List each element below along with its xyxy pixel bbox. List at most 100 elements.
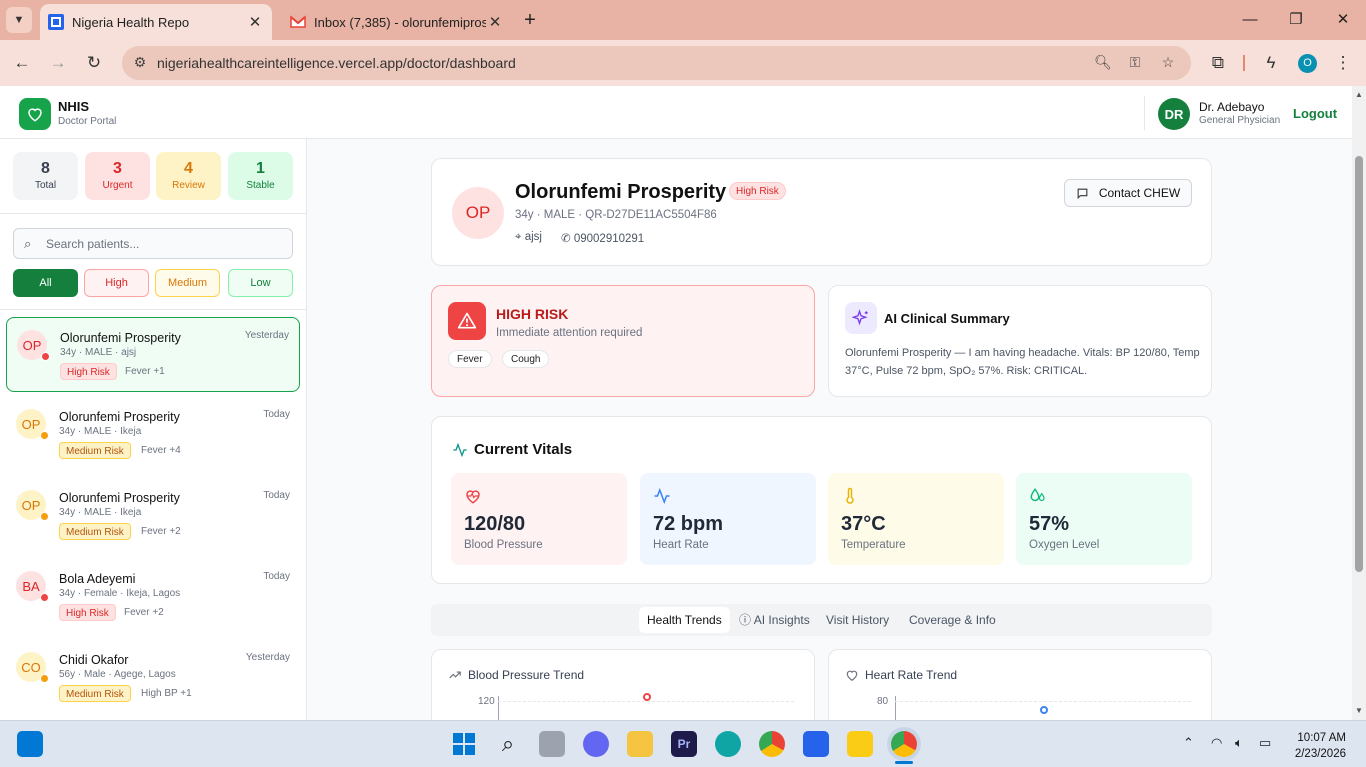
store-icon[interactable] xyxy=(803,731,829,757)
symptom-chip: Cough xyxy=(502,350,550,368)
risk-subtitle: Immediate attention required xyxy=(496,327,643,339)
site-info-icon[interactable]: ⚙ xyxy=(131,54,149,72)
active-app-indicator xyxy=(895,761,913,764)
scroll-down-icon[interactable]: ▼ xyxy=(1355,706,1363,715)
brand-title: NHIS xyxy=(58,99,90,114)
close-tab-icon[interactable]: ✕ xyxy=(246,13,264,31)
reload-icon[interactable]: ↻ xyxy=(81,50,107,76)
patient-list-item[interactable]: CO Chidi Okafor Yesterday 56y · Male · A… xyxy=(6,640,300,715)
windows-taskbar: ⌕ Pr ⌃ ◠ 🔈︎ ▭ 10:07 AM 2/23/2026 xyxy=(0,720,1366,767)
patient-time: Yesterday xyxy=(244,330,289,341)
vital-blood-pressure: 120/80 Blood Pressure xyxy=(451,473,627,565)
profile-avatar[interactable]: O xyxy=(1298,54,1317,73)
heart-pulse-icon xyxy=(466,490,480,504)
patient-name: Olorunfemi Prosperity xyxy=(60,331,181,345)
doctor-name: Dr. Adebayo xyxy=(1199,100,1265,114)
wifi-icon[interactable]: ◠ xyxy=(1211,735,1222,751)
restore-icon[interactable]: ❐ xyxy=(1284,8,1308,32)
chevron-up-icon[interactable]: ⌃ xyxy=(1183,735,1194,751)
filter-all-button[interactable]: All xyxy=(13,269,78,297)
sticky-notes-icon[interactable] xyxy=(847,731,873,757)
stat-label: Urgent xyxy=(102,180,133,191)
patient-list-item[interactable]: OP Olorunfemi Prosperity Today 34y · MAL… xyxy=(6,478,300,553)
tab-coverage-info[interactable]: Coverage & Info xyxy=(901,607,1004,633)
filter-low-button[interactable]: Low xyxy=(228,269,293,297)
patient-sidebar: 8 Total 3 Urgent 4 Review 1 Stable ⌕ Sea… xyxy=(0,139,307,720)
patient-name: Bola Adeyemi xyxy=(59,572,136,586)
performance-icon[interactable]: ϟ xyxy=(1258,50,1284,76)
new-tab-icon[interactable]: + xyxy=(518,8,542,32)
risk-dot xyxy=(41,352,50,361)
logout-button[interactable]: Logout xyxy=(1293,106,1337,121)
droplets-icon xyxy=(1030,487,1045,502)
address-bar[interactable]: ⚙ nigeriahealthcareintelligence.vercel.a… xyxy=(122,46,1191,80)
volume-icon[interactable]: 🔈︎ xyxy=(1235,735,1243,751)
bookmark-star-icon[interactable]: ☆ xyxy=(1159,54,1177,72)
filter-medium-button[interactable]: Medium xyxy=(155,269,220,297)
tab-title: Nigeria Health Repo xyxy=(72,14,190,30)
minimize-icon[interactable]: — xyxy=(1238,8,1262,32)
risk-level-title: HIGH RISK xyxy=(496,306,569,322)
patient-meta: 34y · MALE · ajsj xyxy=(60,347,137,358)
patient-list-item[interactable]: BA Bola Adeyemi Today 34y · Female · Ike… xyxy=(6,559,300,634)
task-view-icon[interactable] xyxy=(539,731,565,757)
browser-toolbar: ← → ↻ ⚙ nigeriahealthcareintelligence.ve… xyxy=(0,40,1366,86)
risk-badge: Medium Risk xyxy=(59,442,131,459)
edge-icon[interactable] xyxy=(715,731,741,757)
url-text[interactable]: nigeriahealthcareintelligence.vercel.app… xyxy=(157,55,516,71)
vital-value: 120/80 xyxy=(464,513,526,535)
filter-high-button[interactable]: High xyxy=(84,269,149,297)
activity-icon xyxy=(453,442,467,458)
patient-header-card: OP Olorunfemi Prosperity High Risk 34y ·… xyxy=(431,158,1212,266)
risk-dot xyxy=(40,431,49,440)
close-window-icon[interactable]: ✕ xyxy=(1331,8,1355,32)
header-divider xyxy=(1144,96,1145,130)
tab-health-trends[interactable]: Health Trends xyxy=(639,607,730,633)
widgets-icon[interactable] xyxy=(17,731,43,757)
start-windows-icon[interactable] xyxy=(451,731,477,757)
tab-ai-insights[interactable]: ⓘ AI Insights xyxy=(731,607,818,633)
app-header: NHIS Doctor Portal DR Dr. Adebayo Genera… xyxy=(0,86,1352,139)
search-icon[interactable]: ⌕ xyxy=(495,731,521,757)
stat-label: Stable xyxy=(246,180,275,191)
taskbar-clock[interactable]: 10:07 AM 2/23/2026 xyxy=(1295,730,1346,762)
vital-label: Oxygen Level xyxy=(1029,539,1100,551)
premiere-pro-icon[interactable]: Pr xyxy=(671,731,697,757)
search-patients-input[interactable]: ⌕ Search patients... xyxy=(13,228,293,259)
battery-icon[interactable]: ▭ xyxy=(1259,735,1271,751)
browser-menu-icon[interactable]: ⋮ xyxy=(1330,50,1356,76)
current-vitals-card: Current Vitals 120/80 Blood Pressure 72 … xyxy=(431,416,1212,584)
patient-symptoms: Fever +4 xyxy=(141,445,181,456)
stat-total: 8 Total xyxy=(13,152,78,200)
file-explorer-icon[interactable] xyxy=(627,731,653,757)
patient-location: ⌖ ajsj xyxy=(515,231,542,244)
tab-visit-history[interactable]: Visit History xyxy=(818,607,897,633)
contact-chew-button[interactable]: Contact CHEW xyxy=(1064,179,1192,207)
close-tab-icon[interactable]: ✕ xyxy=(486,13,504,31)
page-scrollbar[interactable]: ▲ ▼ xyxy=(1352,86,1366,720)
browser-tab-active[interactable]: Nigeria Health Repo ✕ xyxy=(40,4,272,40)
zoom-icon[interactable]: 🔍︎ xyxy=(1094,54,1112,72)
forward-icon[interactable]: → xyxy=(45,50,71,76)
extensions-icon[interactable]: ⧉ xyxy=(1205,50,1231,76)
chrome-icon[interactable] xyxy=(759,731,785,757)
scroll-up-icon[interactable]: ▲ xyxy=(1355,90,1363,99)
scrollbar-thumb[interactable] xyxy=(1355,156,1363,572)
search-icon: ⌕ xyxy=(24,236,32,251)
password-key-icon[interactable]: ⚿ xyxy=(1126,54,1144,72)
patient-meta: 34y · MALE · Ikeja xyxy=(59,507,142,518)
tab-search-chevron-icon[interactable]: ▼ xyxy=(6,7,32,33)
chrome-active-icon[interactable] xyxy=(891,731,917,757)
patient-time: Today xyxy=(263,571,290,582)
stat-stable: 1 Stable xyxy=(228,152,293,200)
teams-chat-icon[interactable] xyxy=(583,731,609,757)
vital-label: Heart Rate xyxy=(653,539,709,551)
patient-list-item[interactable]: OP Olorunfemi Prosperity Today 34y · MAL… xyxy=(6,397,300,472)
hr-trend-title: Heart Rate Trend xyxy=(865,668,958,682)
back-icon[interactable]: ← xyxy=(9,50,35,76)
patient-list-item[interactable]: OP Olorunfemi Prosperity Yesterday 34y ·… xyxy=(6,317,300,392)
patient-time: Today xyxy=(263,409,290,420)
divider xyxy=(0,213,306,214)
browser-tab-inbox[interactable]: Inbox (7,385) - olorunfemiprosp ✕ xyxy=(282,4,512,40)
y-axis xyxy=(498,696,499,720)
